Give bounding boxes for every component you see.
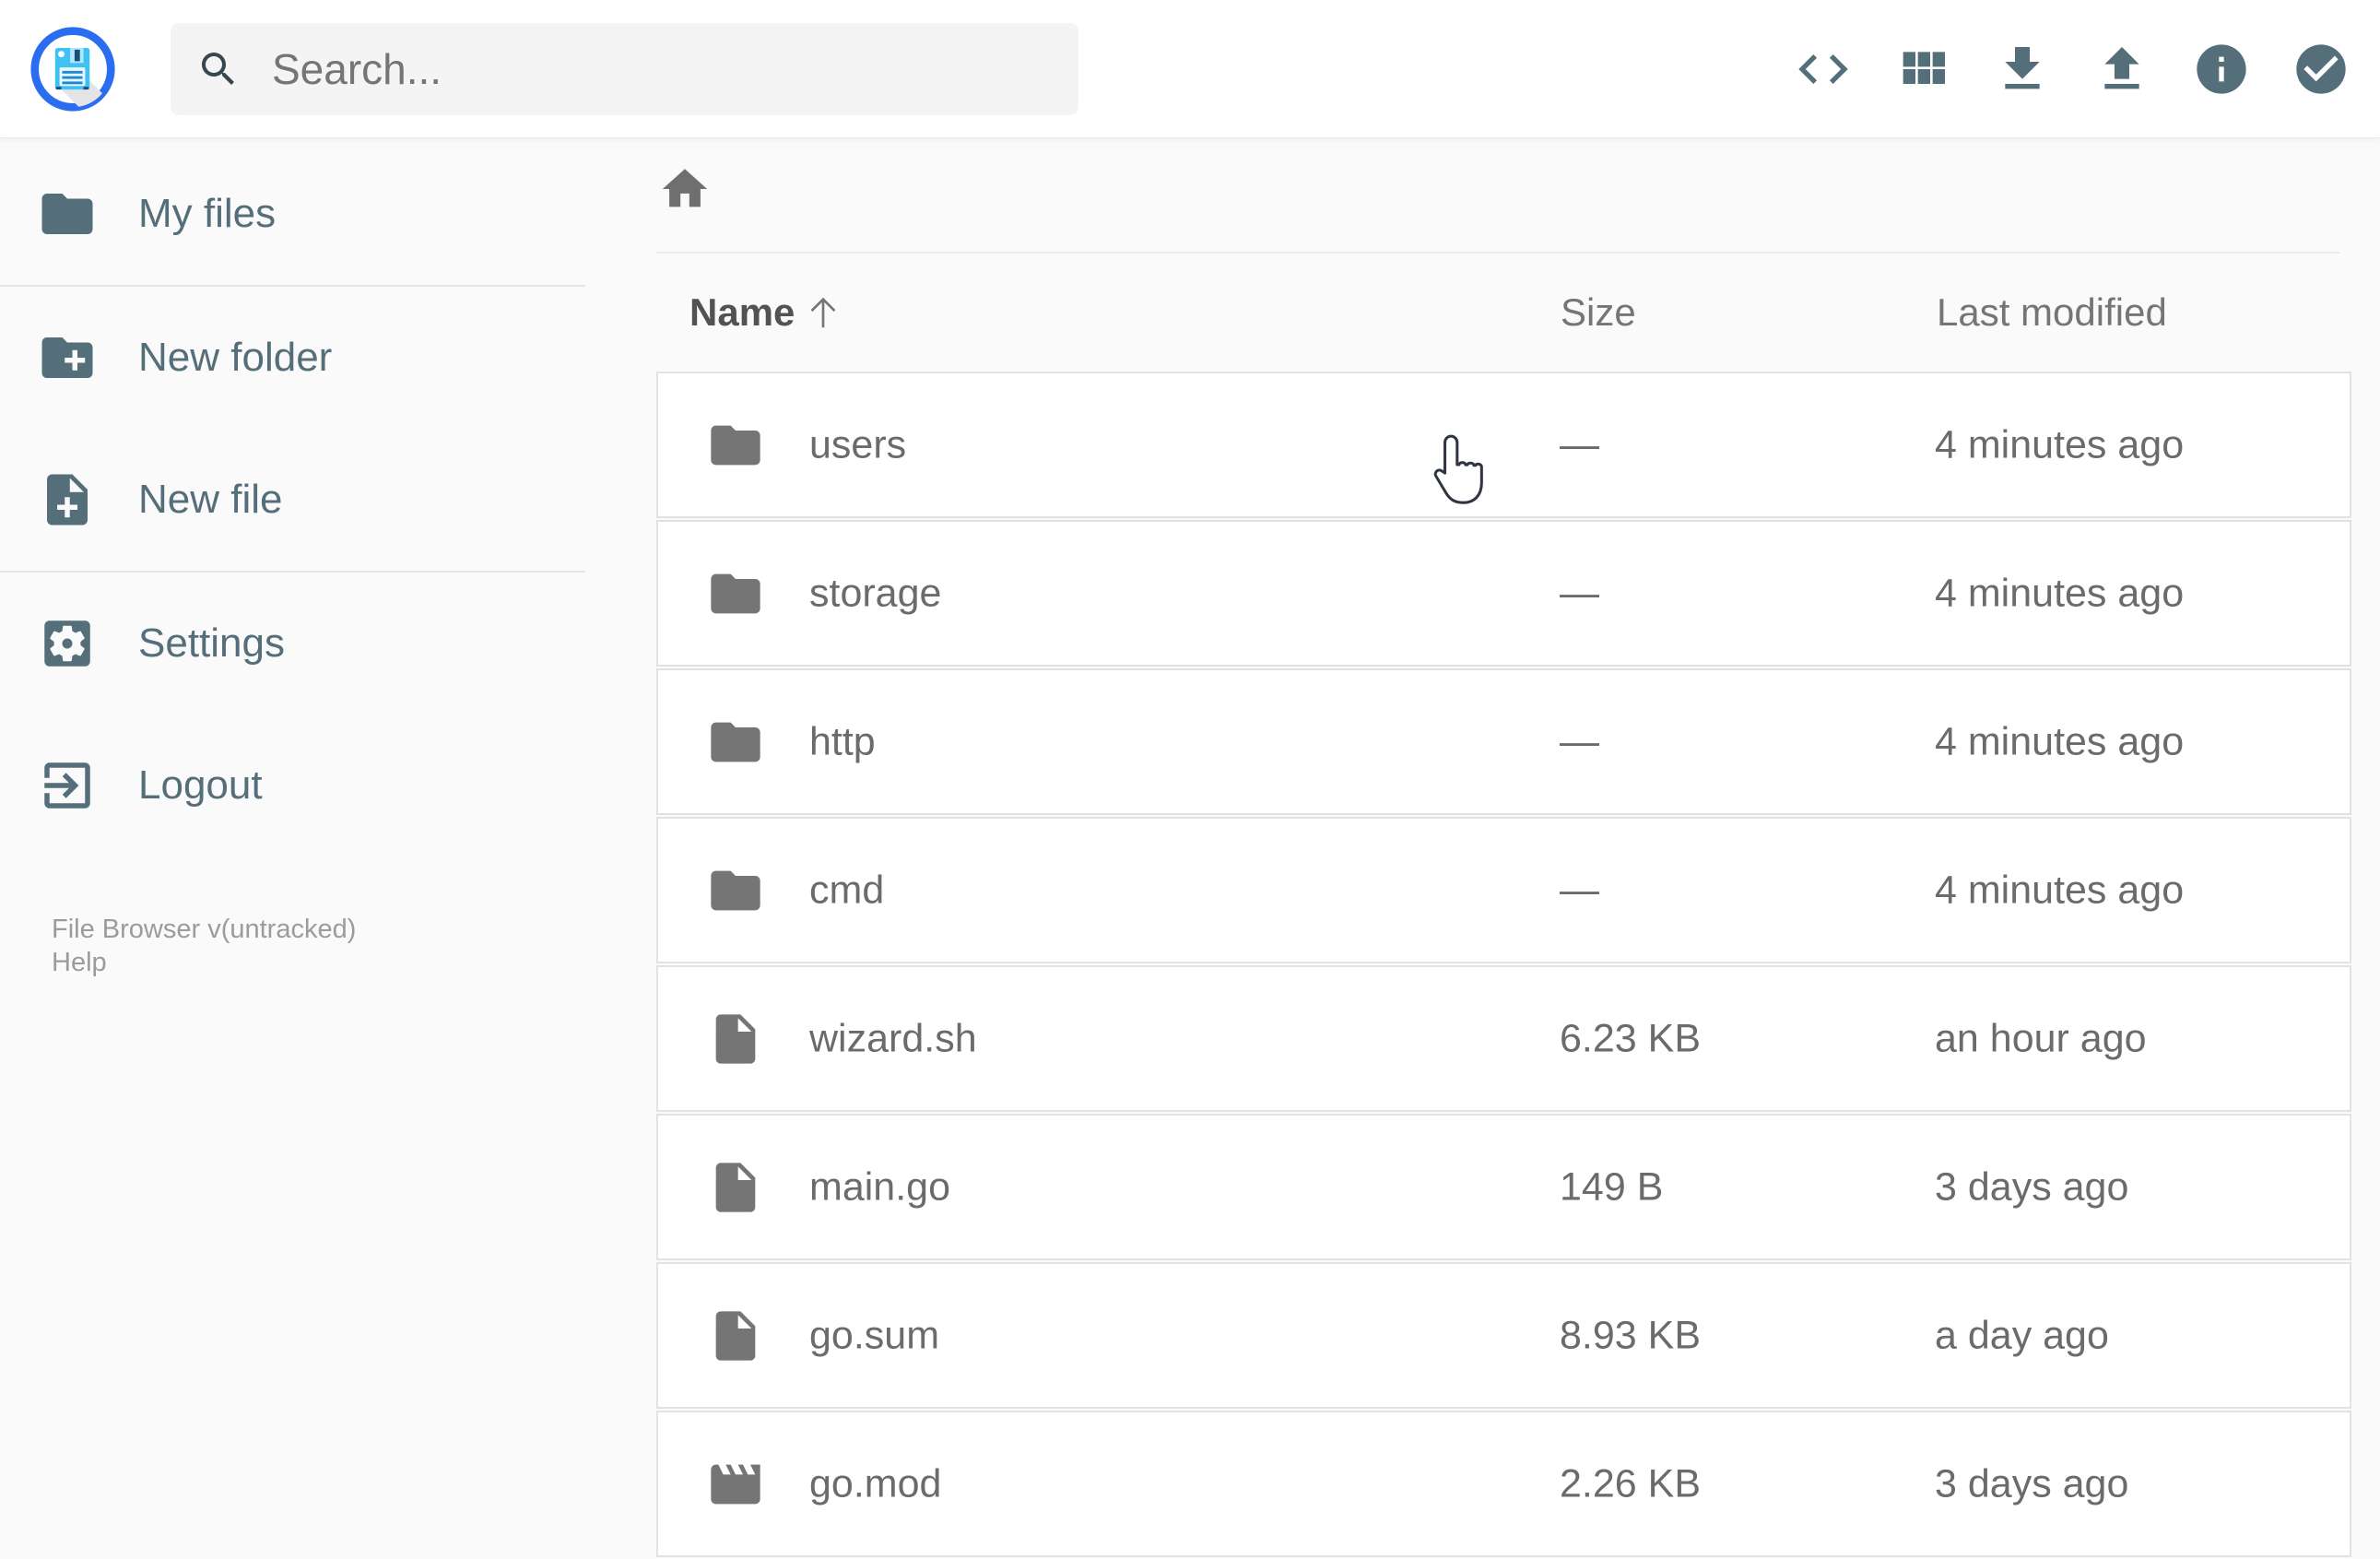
folder-icon: [706, 861, 765, 920]
info-button[interactable]: [2192, 40, 2251, 99]
raw-code-button[interactable]: [1794, 40, 1853, 99]
insert-drive-file-icon: [706, 1306, 765, 1365]
sidebar-item-label: My files: [138, 191, 277, 236]
upload-button[interactable]: [2092, 40, 2151, 99]
file-name: wizard.sh: [809, 1016, 977, 1060]
file-row-http[interactable]: http — 4 minutes ago: [656, 668, 2351, 815]
help-link[interactable]: Help: [52, 946, 356, 979]
switch-view-button[interactable]: [1893, 40, 1952, 99]
column-header-name[interactable]: Name: [689, 290, 795, 335]
file-size: —: [1560, 719, 1599, 763]
breadcrumb-divider: [656, 252, 2339, 254]
column-header-size[interactable]: Size: [1561, 290, 1636, 335]
folder-icon: [41, 194, 93, 234]
file-row-users[interactable]: users — 4 minutes ago: [656, 372, 2351, 518]
settings-applications-icon: [44, 620, 90, 667]
sidebar-item-label: Settings: [138, 620, 285, 666]
sidebar-footer: File Browser v(untracked) Help: [52, 779, 356, 977]
header-action-buttons: [1794, 0, 2351, 138]
file-size: 149 B: [1560, 1164, 1664, 1209]
file-row-main-go[interactable]: main.go 149 B 3 days ago: [656, 1114, 2351, 1260]
sidebar-item-new-folder[interactable]: New folder: [0, 287, 627, 429]
file-name: go.sum: [809, 1313, 940, 1357]
file-size: —: [1560, 571, 1599, 615]
file-modified: 4 minutes ago: [1935, 571, 2185, 615]
download-button[interactable]: [1993, 40, 2052, 99]
sidebar: My files New folder New file Settings Logout: [0, 138, 627, 856]
select-multiple-button[interactable]: [2292, 40, 2351, 99]
file-modified: 3 days ago: [1935, 1461, 2129, 1506]
file-name: http: [809, 719, 876, 763]
top-header: Search...: [0, 0, 2380, 138]
folder-icon: [706, 564, 765, 623]
folder-icon: [706, 416, 765, 475]
file-row-go-sum[interactable]: go.sum 8.93 KB a day ago: [656, 1262, 2351, 1409]
breadcrumb-home[interactable]: [658, 162, 712, 216]
file-size: —: [1560, 422, 1599, 467]
download-icon: [2005, 47, 2040, 89]
code-icon: [1798, 54, 1848, 84]
file-list: users — 4 minutes ago storage — 4 minutes ago…: [656, 372, 2351, 1559]
file-row-wizard-sh[interactable]: wizard.sh 6.23 KB an hour ago: [656, 965, 2351, 1112]
search-input[interactable]: Search...: [171, 23, 1078, 115]
filebrowser-logo[interactable]: [29, 25, 117, 113]
file-modified: 4 minutes ago: [1935, 719, 2185, 763]
file-row-go-mod[interactable]: go.mod 2.26 KB 3 days ago: [656, 1411, 2351, 1557]
sort-ascending-arrow-icon: [802, 291, 844, 334]
file-modified: a day ago: [1935, 1313, 2109, 1357]
insert-drive-file-icon: [706, 1010, 765, 1069]
search-placeholder: Search...: [272, 45, 442, 93]
sidebar-item-settings[interactable]: Settings: [0, 573, 627, 715]
version-text: File Browser v(untracked): [52, 915, 357, 944]
folder-icon: [706, 713, 765, 772]
file-modified: 3 days ago: [1935, 1164, 2129, 1209]
file-modified: 4 minutes ago: [1935, 868, 2185, 912]
file-name: main.go: [809, 1164, 950, 1209]
sidebar-item-new-file[interactable]: New file: [0, 429, 627, 571]
file-name: cmd: [809, 868, 885, 912]
file-size: —: [1560, 868, 1599, 912]
note-add-icon: [47, 474, 88, 526]
floppy-disk-logo-icon: [30, 27, 115, 112]
file-size: 2.26 KB: [1560, 1461, 1701, 1506]
file-size: 8.93 KB: [1560, 1313, 1701, 1357]
check-circle-icon: [2296, 44, 2346, 94]
file-modified: 4 minutes ago: [1935, 422, 2185, 467]
file-listing-area: Name Size Last modified users — 4 minutes …: [656, 138, 2351, 1557]
view-module-icon: [1903, 52, 1945, 84]
home-icon: [658, 162, 712, 216]
file-name: go.mod: [809, 1461, 942, 1506]
info-icon: [2197, 44, 2246, 94]
search-icon: [196, 47, 241, 91]
sidebar-item-my-files[interactable]: My files: [0, 143, 627, 285]
movie-icon: [706, 1455, 765, 1514]
file-modified: an hour ago: [1935, 1016, 2147, 1060]
column-header-modified[interactable]: Last modified: [1937, 290, 2167, 335]
create-new-folder-icon: [41, 337, 93, 378]
file-row-storage[interactable]: storage — 4 minutes ago: [656, 520, 2351, 667]
upload-icon: [2104, 47, 2139, 89]
file-name: users: [809, 422, 907, 467]
file-row-cmd[interactable]: cmd — 4 minutes ago: [656, 817, 2351, 963]
listing-header-row: Name Size Last modified: [656, 277, 2351, 348]
file-name: storage: [809, 571, 942, 615]
sidebar-item-label: New file: [138, 477, 283, 522]
insert-drive-file-icon: [706, 1158, 765, 1217]
file-size: 6.23 KB: [1560, 1016, 1701, 1060]
sidebar-item-label: New folder: [138, 335, 333, 380]
